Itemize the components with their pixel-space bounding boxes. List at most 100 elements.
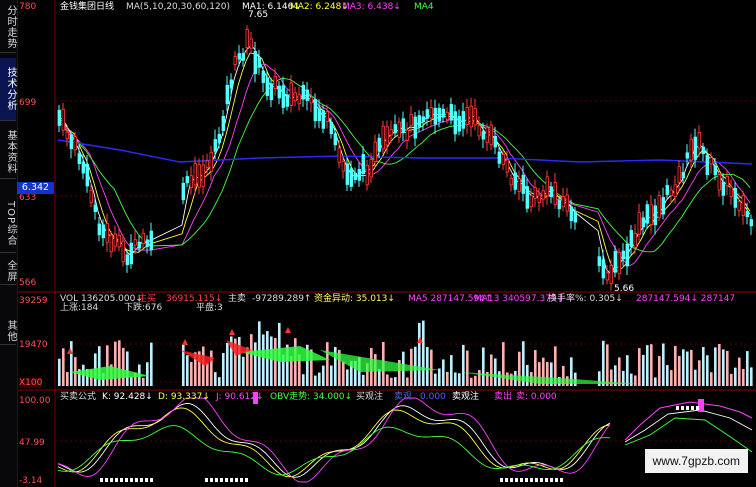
indicator-axis-top: 100.00 xyxy=(19,396,51,406)
candle-body xyxy=(545,176,549,197)
signal-tick xyxy=(560,478,563,482)
candle-body xyxy=(713,165,717,176)
volume-bar xyxy=(190,361,193,386)
candle-body xyxy=(193,163,197,186)
signal-tick xyxy=(140,478,143,482)
candle-body xyxy=(381,125,385,150)
candle-body xyxy=(573,212,577,223)
candle-body xyxy=(125,254,129,266)
candle-body xyxy=(181,182,185,201)
candle-body xyxy=(749,219,753,227)
candle-body xyxy=(741,195,745,216)
candle-body xyxy=(429,107,433,119)
volume-bar xyxy=(482,347,485,386)
volume-bar xyxy=(630,373,633,386)
volume-bar xyxy=(238,336,241,386)
signal-tick xyxy=(540,478,543,482)
candle-body xyxy=(625,243,629,267)
volume-bar xyxy=(386,374,389,386)
candle-body xyxy=(685,152,689,159)
volume-bar xyxy=(114,341,117,386)
kdj-j-line xyxy=(57,397,611,483)
candle-body xyxy=(293,92,297,102)
signal-tick xyxy=(676,406,679,410)
candle-body xyxy=(133,239,137,246)
signal-tick xyxy=(505,478,508,482)
volume-axis-top: 39259 xyxy=(19,296,48,306)
volume-bar xyxy=(738,357,741,386)
volume-bar xyxy=(186,355,189,386)
candle-body xyxy=(197,164,201,188)
signal-tick xyxy=(105,478,108,482)
candle-body xyxy=(229,79,233,89)
buy-signal-marker xyxy=(182,339,188,345)
buy-signal-marker xyxy=(285,327,291,333)
ma4-line xyxy=(57,77,751,253)
candle-body xyxy=(301,84,305,100)
candle-body xyxy=(441,108,445,118)
volume-bar xyxy=(462,344,465,386)
candle-body xyxy=(533,187,537,199)
volume-bar xyxy=(98,346,101,386)
candle-body xyxy=(237,53,241,60)
signal-tick xyxy=(500,478,503,482)
kdj-k-line xyxy=(57,402,611,478)
candle-body xyxy=(137,241,141,249)
signal-tick xyxy=(135,478,138,482)
candle-body xyxy=(77,153,81,165)
candle-body xyxy=(349,168,353,187)
volume-bar xyxy=(346,369,349,386)
signal-tick xyxy=(555,478,558,482)
candle-body xyxy=(561,196,565,208)
candle-body xyxy=(285,94,289,107)
volume-bar xyxy=(498,371,501,386)
candle-body xyxy=(461,111,465,129)
signal-tick xyxy=(115,478,118,482)
signal-tick xyxy=(230,478,233,482)
volume-bar xyxy=(202,346,205,386)
candle-body xyxy=(517,178,521,192)
candle-body xyxy=(265,77,269,96)
volume-bar xyxy=(314,375,317,386)
signal-tick xyxy=(245,478,248,482)
ma2-line xyxy=(57,52,751,272)
candle-body xyxy=(649,204,653,225)
fund-anomaly-value: 资金异动: 35.013↓ xyxy=(314,294,395,304)
candle-body xyxy=(353,172,357,180)
candle-body xyxy=(57,109,61,126)
volume-bar xyxy=(426,347,429,386)
volume-bar xyxy=(342,361,345,386)
candle-body xyxy=(497,151,501,164)
volume-bar xyxy=(474,375,477,386)
signal-tick xyxy=(110,478,113,482)
unchanged-count: 平盘:3 xyxy=(196,303,223,313)
candle-body xyxy=(81,161,85,174)
volume-bar xyxy=(70,341,73,386)
chart-canvas[interactable] xyxy=(0,0,756,487)
candle-body xyxy=(633,232,637,248)
volume-bar xyxy=(654,377,657,386)
volume-bar xyxy=(526,364,529,386)
volume-bar xyxy=(690,349,693,386)
candle-body xyxy=(745,211,749,218)
volume-bar xyxy=(442,359,445,386)
volume-bar xyxy=(418,322,421,386)
candle-body xyxy=(377,137,381,152)
candle-body xyxy=(725,175,729,187)
volume-axis-mid: 19470 xyxy=(19,340,48,350)
candle-body xyxy=(565,194,569,212)
volume-bar xyxy=(502,342,505,386)
volume-bar xyxy=(322,365,325,386)
volume-bar xyxy=(710,372,713,386)
signal-tick xyxy=(520,478,523,482)
candle-body xyxy=(101,224,105,239)
candle-body xyxy=(697,132,701,149)
candle-body xyxy=(257,57,261,68)
signal-tick xyxy=(210,478,213,482)
candle-body xyxy=(289,82,293,106)
candle-body xyxy=(409,113,413,126)
signal-tick xyxy=(125,478,128,482)
kdj-d-line xyxy=(57,407,611,478)
volume-bar xyxy=(58,358,61,386)
volume-bar xyxy=(446,371,449,386)
